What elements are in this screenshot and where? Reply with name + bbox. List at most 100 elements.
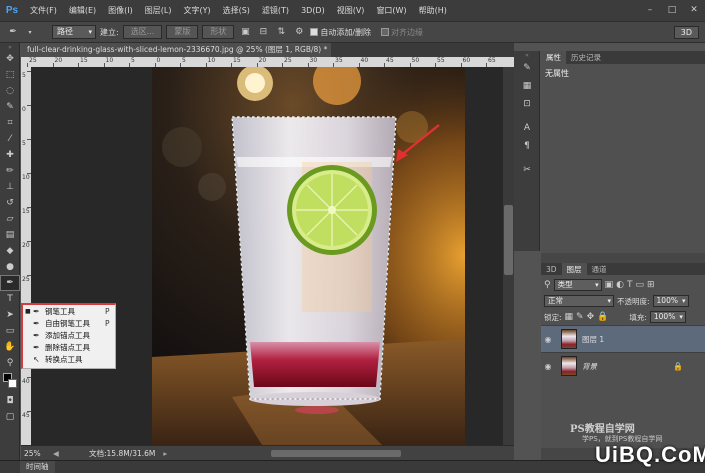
filter-type-icon[interactable]: T: [627, 280, 633, 290]
flyout-item-freeform-pen[interactable]: ✒ 自由钢笔工具 P: [23, 317, 115, 329]
character-icon[interactable]: A: [514, 119, 540, 137]
vertical-scroll-thumb[interactable]: [504, 205, 513, 275]
mask-button[interactable]: 蒙版: [166, 25, 199, 39]
filter-pixel-icon[interactable]: ▣: [605, 280, 614, 290]
menu-3d[interactable]: 3D(D): [295, 6, 331, 15]
blend-mode-select[interactable]: 正常: [544, 295, 614, 307]
path-selection-tool-icon[interactable]: ➤: [0, 307, 20, 323]
ruler-label: 25: [29, 57, 37, 64]
rectangle-tool-icon[interactable]: ▭: [0, 323, 20, 339]
layer-kind-select[interactable]: 类型: [553, 279, 602, 291]
move-tool-icon[interactable]: ✥: [0, 51, 20, 67]
chevron-down-icon[interactable]: ▾: [26, 29, 34, 36]
path-arrangement-icon[interactable]: ⇅: [274, 27, 288, 37]
gradient-tool-icon[interactable]: ▤: [0, 227, 20, 243]
flyout-item-add-anchor[interactable]: ✒ 添加锚点工具: [23, 329, 115, 341]
gear-icon[interactable]: ⚙: [292, 27, 306, 37]
status-arrow-icon[interactable]: ◀: [53, 449, 65, 458]
tab-layers[interactable]: 图层: [561, 263, 587, 275]
horizontal-scroll-thumb[interactable]: [271, 450, 401, 457]
minimize-button[interactable]: –: [639, 0, 661, 21]
crop-tool-icon[interactable]: ⌗: [0, 115, 20, 131]
path-mode-select[interactable]: 路径: [52, 25, 96, 39]
background-color-swatch[interactable]: [8, 379, 17, 388]
layer-row-layer1[interactable]: ◉ 图层 1: [541, 325, 705, 352]
menu-view[interactable]: 视图(V): [331, 5, 371, 16]
menu-type[interactable]: 文字(Y): [177, 5, 216, 16]
color-swatches[interactable]: [0, 371, 20, 393]
menu-filter[interactable]: 滤镜(T): [256, 5, 295, 16]
shape-button[interactable]: 形状: [202, 25, 235, 39]
hand-tool-icon[interactable]: ✋: [0, 339, 20, 355]
screen-mode-icon[interactable]: ▢: [0, 409, 20, 425]
tab-channels[interactable]: 通道: [587, 263, 612, 275]
eyedropper-tool-icon[interactable]: ⁄: [0, 131, 20, 147]
options-bar: ✒ ▾ 路径 建立: 选区... 蒙版 形状 ▣ ⊟ ⇅ ⚙ 自动添加/删除 对…: [0, 21, 705, 43]
ruler-label: 40: [22, 378, 30, 385]
tab-timeline[interactable]: 时间轴: [20, 461, 55, 473]
quick-mask-icon[interactable]: ◘: [0, 393, 20, 409]
menu-help[interactable]: 帮助(H): [413, 5, 453, 16]
path-alignment-icon[interactable]: ⊟: [256, 27, 270, 37]
ruler-label: 10: [105, 57, 114, 64]
eraser-tool-icon[interactable]: ▱: [0, 211, 20, 227]
panel-expand-icon[interactable]: «: [514, 51, 540, 59]
blur-tool-icon[interactable]: ◆: [0, 243, 20, 259]
maximize-button[interactable]: □: [661, 0, 683, 21]
tab-history[interactable]: 历史记录: [566, 51, 606, 64]
clone-stamp-tool-icon[interactable]: ⊥: [0, 179, 20, 195]
document-size-info[interactable]: 文档:15.8M/31.6M: [89, 448, 155, 459]
tab-properties[interactable]: 属性: [541, 51, 566, 64]
document-image[interactable]: [152, 67, 465, 445]
pen-tool-icon[interactable]: ✒: [0, 275, 20, 291]
lock-position-icon[interactable]: ✥: [587, 312, 595, 322]
healing-brush-tool-icon[interactable]: ✚: [0, 147, 20, 163]
lock-all-icon[interactable]: 🔒: [597, 312, 608, 322]
tool-presets-icon[interactable]: ✂: [514, 161, 540, 179]
menu-select[interactable]: 选择(S): [217, 5, 256, 16]
canvas-area[interactable]: [31, 67, 503, 445]
visibility-eye-icon[interactable]: ◉: [541, 335, 555, 344]
layer-row-background[interactable]: ◉ 背景 🔒: [541, 352, 705, 379]
lock-pixels-icon[interactable]: ✎: [576, 312, 584, 322]
3d-mode-button[interactable]: 3D: [673, 26, 699, 39]
fill-input[interactable]: 100%: [649, 311, 686, 323]
paragraph-icon[interactable]: ¶: [514, 137, 540, 155]
menu-edit[interactable]: 编辑(E): [63, 5, 102, 16]
align-edges-checkbox[interactable]: 对齐边缘: [381, 27, 423, 38]
lasso-tool-icon[interactable]: ◌: [0, 83, 20, 99]
type-tool-icon[interactable]: T: [0, 291, 20, 307]
history-brush-tool-icon[interactable]: ↺: [0, 195, 20, 211]
filter-smart-icon[interactable]: ⊞: [647, 280, 655, 290]
flyout-item-pen[interactable]: ■ ✒ 钢笔工具 P: [23, 305, 115, 317]
visibility-eye-icon[interactable]: ◉: [541, 362, 555, 371]
close-button[interactable]: ✕: [683, 0, 705, 21]
flyout-item-delete-anchor[interactable]: ✒ 删除锚点工具: [23, 341, 115, 353]
auto-add-delete-checkbox[interactable]: 自动添加/删除: [310, 27, 371, 38]
menu-image[interactable]: 图像(I): [102, 5, 139, 16]
menu-window[interactable]: 窗口(W): [370, 5, 412, 16]
zoom-level[interactable]: 25%: [21, 449, 53, 458]
marquee-tool-icon[interactable]: ⬚: [0, 67, 20, 83]
tab-3d[interactable]: 3D: [541, 263, 562, 275]
filter-adjust-icon[interactable]: ◐: [616, 280, 624, 290]
zoom-tool-icon[interactable]: ⚲: [0, 355, 20, 371]
status-menu-icon[interactable]: ▸: [163, 449, 167, 458]
panel-collapse-icon[interactable]: »: [0, 43, 20, 51]
path-operations-icon[interactable]: ▣: [238, 27, 252, 37]
brush-presets-icon[interactable]: ✎: [514, 59, 540, 77]
flyout-item-convert-point[interactable]: ↖ 转换点工具: [23, 353, 115, 365]
dodge-tool-icon[interactable]: ●: [0, 259, 20, 275]
menu-layer[interactable]: 图层(L): [139, 5, 178, 16]
pen-icon[interactable]: ✒: [4, 27, 22, 37]
swatches-icon[interactable]: ▦: [514, 77, 540, 95]
selection-button[interactable]: 选区...: [122, 25, 163, 39]
filter-shape-icon[interactable]: ▭: [635, 280, 644, 290]
quick-select-tool-icon[interactable]: ✎: [0, 99, 20, 115]
brush-tool-icon[interactable]: ✏: [0, 163, 20, 179]
document-tab[interactable]: full-clear-drinking-glass-with-sliced-le…: [21, 43, 331, 57]
clone-source-icon[interactable]: ⊡: [514, 95, 540, 113]
menu-file[interactable]: 文件(F): [24, 5, 63, 16]
lock-transparent-icon[interactable]: ▦: [565, 312, 574, 322]
opacity-input[interactable]: 100%: [652, 295, 689, 307]
